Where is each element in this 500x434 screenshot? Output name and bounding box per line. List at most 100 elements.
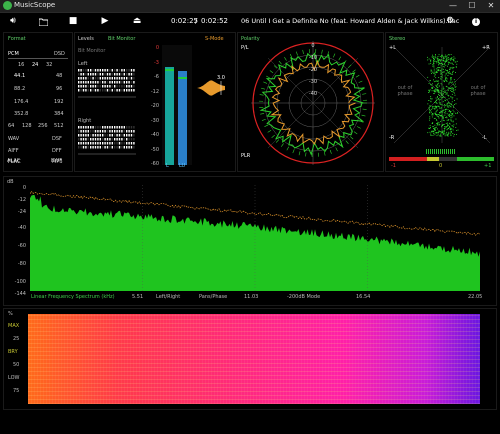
gonio-point	[440, 60, 441, 62]
bit-cell	[78, 77, 80, 80]
spectrum-footer-mode[interactable]: Linear Frequency Spectrum (kHz)	[31, 294, 115, 300]
eject-icon[interactable]: ⏏	[127, 14, 147, 29]
level-tick: -50	[150, 146, 159, 153]
bit-cell	[94, 89, 97, 92]
spectrum-footer-lr[interactable]: Left/Right	[156, 294, 180, 300]
gonio-point	[446, 99, 448, 101]
polar-spike	[266, 75, 270, 79]
gonio-point	[438, 82, 440, 84]
gonio-point	[451, 59, 453, 61]
gonio-point	[449, 72, 451, 74]
gonio-point	[446, 116, 448, 118]
gonio-point	[450, 79, 452, 81]
bit-cell	[82, 85, 85, 88]
bit-cell	[126, 134, 128, 137]
bit-cell	[94, 138, 97, 141]
gonio-point	[450, 130, 452, 132]
bit-cell	[128, 138, 130, 141]
close-button[interactable]: ✕	[482, 1, 500, 10]
bit-cell	[92, 134, 94, 137]
gonio-point	[450, 116, 452, 118]
level-tick: -6	[154, 74, 159, 80]
gonio-point	[451, 116, 453, 118]
bit-cell	[133, 146, 135, 149]
gonio-point	[440, 92, 442, 94]
info-icon[interactable]: i	[466, 14, 486, 29]
gonio-point	[438, 98, 440, 100]
bit-monitor-label: Bit Monitor	[78, 48, 106, 54]
gonio-point	[434, 117, 436, 119]
gonio-point	[436, 106, 437, 107]
gonio-point	[434, 112, 436, 114]
polar-spike	[345, 140, 349, 144]
gonio-point	[437, 134, 439, 136]
gonio-point	[445, 111, 447, 113]
gear-icon[interactable]: ⚙	[440, 14, 460, 29]
bit-cell	[128, 142, 130, 145]
bit-cell	[121, 134, 123, 137]
gonio-point	[437, 123, 439, 125]
bit-cell	[80, 130, 82, 133]
gonio-point	[427, 103, 429, 105]
bit-cell	[94, 73, 97, 76]
gonio-point	[440, 93, 442, 95]
volume-icon[interactable]: 🔊︎	[3, 14, 23, 29]
bit-cell	[114, 134, 116, 137]
gonio-point	[440, 112, 442, 113]
bit-cell	[130, 138, 133, 141]
gonio-point	[448, 116, 450, 117]
bit-cell	[85, 73, 87, 76]
polar-spike	[349, 136, 354, 140]
bit-cell	[94, 134, 97, 137]
play-icon[interactable]: ▶	[95, 14, 115, 29]
bit-cell	[111, 77, 113, 80]
gonio-point	[444, 127, 446, 129]
gonio-point	[451, 113, 453, 114]
gonio-point	[428, 58, 430, 60]
gonio-point	[446, 119, 448, 121]
gonio-point	[430, 105, 432, 107]
folder-icon[interactable]	[33, 14, 53, 29]
gonio-point	[450, 96, 452, 98]
bit-cell	[104, 142, 106, 145]
bit-cell	[111, 130, 113, 133]
toolbar: 🔊︎ ■ ▶ ⏏ 0:02:25 / 0:02:52 06 Until I Ge…	[0, 13, 500, 30]
gonio-point	[431, 114, 433, 116]
gonio-point	[438, 77, 440, 78]
correlation-indicator	[426, 149, 456, 154]
bit-cell	[111, 73, 113, 76]
gonio-point	[443, 96, 444, 98]
gonio-point	[450, 118, 452, 120]
bit-monitor-tab[interactable]: Bit Monitor	[108, 36, 135, 42]
gonio-point	[447, 105, 449, 107]
bit-cell	[116, 126, 118, 129]
bit-cell	[87, 146, 89, 149]
spectrum-footer-pans[interactable]: Pans/Phase	[199, 294, 227, 300]
bit-cell	[104, 134, 106, 137]
gonio-point	[447, 102, 449, 104]
gonio-point	[433, 81, 435, 83]
stop-icon[interactable]: ■	[63, 14, 83, 29]
spectrum-footer-200db[interactable]: -200dB Mode	[287, 294, 320, 300]
gonio-point	[429, 131, 431, 133]
maximize-button[interactable]: ☐	[463, 1, 481, 10]
gonio-point	[454, 83, 456, 85]
gonio-point	[432, 65, 434, 67]
gonio-point	[440, 90, 442, 92]
gonio-point	[450, 103, 452, 104]
spectrum-y-tick: -24	[17, 209, 26, 215]
gonio-point	[441, 90, 443, 92]
bit-cell	[87, 134, 89, 137]
bit-cell	[109, 142, 111, 145]
bit-cell	[126, 73, 128, 76]
gonio-point	[431, 73, 432, 74]
minimize-button[interactable]: —	[444, 1, 462, 10]
bit-cell	[128, 130, 130, 133]
gonio-point	[454, 57, 456, 59]
bit-cell	[85, 134, 87, 137]
time-separator: /	[195, 17, 198, 25]
polar-spike	[267, 129, 272, 133]
gonio-point	[436, 80, 438, 82]
bit-cell	[118, 142, 121, 145]
bit-cell	[102, 142, 104, 145]
